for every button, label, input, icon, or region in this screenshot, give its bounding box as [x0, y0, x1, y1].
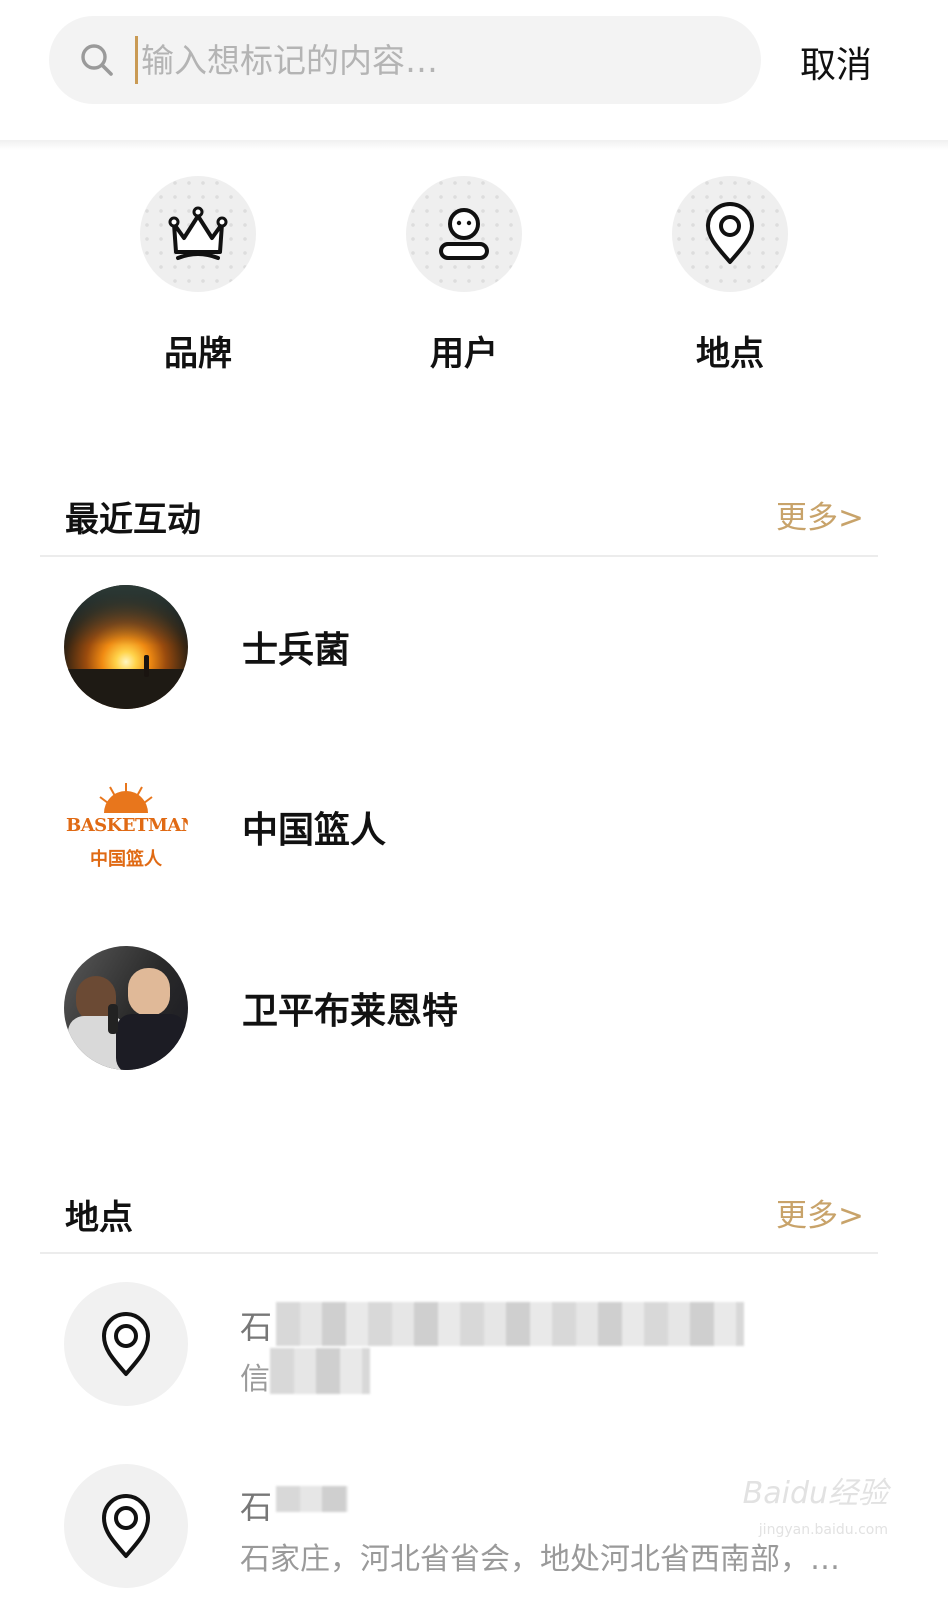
search-input[interactable] — [141, 30, 721, 90]
text-caret — [135, 36, 138, 84]
contact-name: 中国篮人 — [242, 810, 387, 851]
list-item[interactable]: BASKETMAN 中国篮人 中国篮人 — [0, 757, 948, 897]
watermark-url: jingyan.baidu.com — [758, 1522, 888, 1538]
category-brand-icon-circle — [140, 176, 256, 292]
location-pin-icon — [706, 202, 754, 264]
basketman-logo-text: BASKETMAN — [66, 815, 188, 836]
category-brand-label: 品牌 — [164, 334, 232, 374]
place-description: 信 — [240, 1362, 270, 1397]
list-item[interactable]: 卫平布莱恩特 — [0, 938, 948, 1078]
place-description: 石家庄，河北省省会，地处河北省西南部，… — [240, 1542, 840, 1577]
search-icon — [81, 44, 113, 76]
avatar: BASKETMAN 中国篮人 — [64, 765, 188, 889]
category-user-icon-circle — [406, 176, 522, 292]
location-pin-icon — [102, 1312, 150, 1376]
watermark-brand: Baidu经验 — [742, 1476, 888, 1511]
category-location-icon-circle — [672, 176, 788, 292]
category-brand[interactable]: 品牌 — [118, 176, 278, 375]
list-item[interactable]: 士兵菌 — [0, 577, 948, 717]
places-section-title: 地点 — [65, 1198, 133, 1238]
redacted-text — [276, 1302, 744, 1346]
search-box[interactable] — [49, 16, 761, 104]
redacted-text — [276, 1486, 348, 1512]
category-user[interactable]: 用户 — [384, 176, 544, 375]
redacted-text — [270, 1348, 370, 1394]
category-user-label: 用户 — [430, 334, 498, 374]
recent-more-link[interactable]: 更多> — [776, 492, 864, 537]
category-location-label: 地点 — [696, 334, 764, 374]
place-title: 石 — [240, 1308, 273, 1346]
header-divider — [0, 140, 948, 150]
contact-name: 士兵菌 — [242, 630, 351, 671]
crown-icon — [168, 206, 228, 260]
basketman-logo-cn: 中国篮人 — [90, 849, 162, 870]
location-icon-circle — [64, 1282, 188, 1406]
place-title: 石 — [240, 1488, 273, 1526]
places-divider — [40, 1252, 878, 1254]
recent-section-title: 最近互动 — [65, 500, 201, 540]
list-item[interactable]: 石 信 — [0, 1274, 948, 1424]
avatar — [64, 946, 188, 1070]
location-pin-icon — [102, 1494, 150, 1558]
location-icon-circle — [64, 1464, 188, 1588]
search-header: 取消 — [0, 0, 948, 142]
user-icon — [439, 208, 489, 260]
category-location[interactable]: 地点 — [650, 176, 810, 375]
contact-name: 卫平布莱恩特 — [242, 991, 459, 1032]
cancel-button[interactable]: 取消 — [800, 36, 872, 88]
places-more-link[interactable]: 更多> — [776, 1190, 864, 1235]
avatar — [64, 585, 188, 709]
recent-divider — [40, 555, 878, 557]
